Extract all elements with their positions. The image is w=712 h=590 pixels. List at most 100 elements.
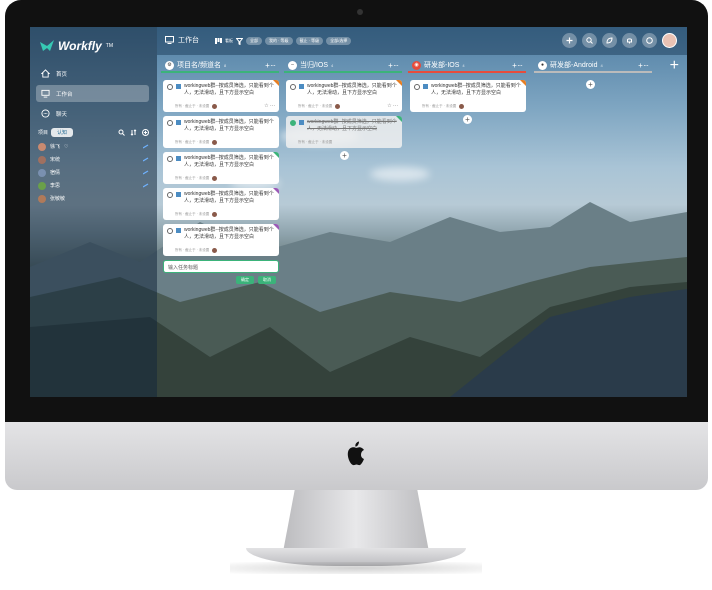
camera-icon — [357, 9, 363, 15]
filter-icon[interactable] — [236, 37, 243, 45]
project-label: 项目 — [38, 129, 49, 136]
filter-chip[interactable]: 全部/选择 — [326, 37, 352, 45]
board-view-icon[interactable] — [215, 38, 222, 44]
member-item[interactable]: 李思 — [38, 179, 149, 192]
column-tools[interactable]: + ··· — [388, 61, 399, 70]
task-checkbox-checked[interactable] — [290, 120, 296, 126]
avatar — [459, 104, 465, 109]
column-icon: ● — [538, 60, 547, 70]
add-card-button[interactable]: + — [463, 115, 472, 124]
search-icon — [586, 37, 593, 44]
arrow-icon — [143, 157, 149, 162]
column-count: 4 — [600, 62, 603, 68]
sidebar-item-home[interactable]: 首页 — [36, 65, 149, 82]
add-card-button[interactable]: + — [340, 151, 349, 160]
leaf-button[interactable] — [602, 33, 617, 48]
member-name: 宋统 — [50, 157, 61, 163]
task-card[interactable]: workingweb群--按成员筛选，只能看到个人，无法滑动，且下方显示空白 所… — [286, 80, 402, 112]
task-card[interactable]: workingweb群--按成员筛选，只能看到个人，无法滑动，且下方显示空白 所… — [163, 116, 279, 148]
task-card[interactable]: workingweb群--按成员筛选，只能看到个人，无法滑动，且下方显示空白 所… — [163, 152, 279, 184]
task-meta-text: 所有 · 截止于 · 未设置 — [298, 140, 333, 144]
column-tools[interactable]: + ··· — [265, 61, 276, 70]
filter-chip[interactable]: 全部 — [246, 37, 262, 45]
add-circle-icon[interactable] — [142, 128, 149, 136]
sidebar-item-workbench[interactable]: 工作台 — [36, 85, 149, 102]
card-tools[interactable]: ☆ ··· — [387, 103, 398, 109]
task-checkbox[interactable] — [290, 84, 296, 90]
notification-button[interactable] — [622, 33, 637, 48]
foot-shadow — [230, 562, 482, 574]
filter-bar: 看板 全部 我的 · 等级 截止 · 等级 全部/选择 — [215, 37, 352, 45]
task-checkbox[interactable] — [167, 156, 173, 162]
project-header: 项目 认知 — [38, 127, 149, 137]
filter-chip[interactable]: 截止 · 等级 — [295, 37, 324, 45]
top-actions — [562, 33, 677, 48]
task-checkbox[interactable] — [167, 192, 173, 198]
member-item[interactable]: 宋统 — [38, 153, 149, 166]
member-item[interactable]: 张敏敏 — [38, 192, 149, 205]
column-tools[interactable]: + ··· — [512, 61, 523, 70]
task-checkbox[interactable] — [167, 120, 173, 126]
task-text: workingweb群--按成员筛选，只能看到个人，无法滑动，且下方显示空白 — [307, 119, 397, 132]
task-checkbox[interactable] — [167, 228, 173, 234]
message-button[interactable] — [642, 33, 657, 48]
task-meta: 所有 · 截止于 · 未设置 — [175, 140, 275, 145]
view-label[interactable]: 看板 — [225, 38, 233, 44]
task-title: workingweb群--按成员筛选，只能看到个人，无法滑动，且下方显示空白 — [167, 227, 275, 240]
project-filter-button[interactable]: 认知 — [51, 127, 74, 137]
sidebar-item-label: 首页 — [56, 71, 68, 78]
user-avatar[interactable] — [662, 33, 677, 48]
sort-icon[interactable] — [130, 128, 137, 136]
image-icon — [176, 192, 181, 197]
task-card[interactable]: workingweb群--按成员筛选，只能看到个人，无法滑动，且下方显示空白 所… — [163, 188, 279, 220]
column-count: 4 — [331, 62, 334, 68]
app-name: Workfly — [58, 39, 102, 53]
avatar — [38, 168, 46, 177]
task-meta-text: 所有 · 截止于 · 未设置 — [422, 104, 457, 108]
sidebar-item-chat[interactable]: 聊天 — [36, 105, 149, 122]
column-icon: ◉ — [412, 60, 421, 70]
member-name: 徐飞 — [50, 144, 61, 150]
page-title: 工作台 — [165, 35, 199, 45]
filter-chip[interactable]: 我的 · 等级 — [265, 37, 293, 45]
add-button[interactable] — [562, 33, 577, 48]
card-tools[interactable]: ☆ ··· — [264, 103, 275, 109]
task-text: workingweb群--按成员筛选，只能看到个人，无法滑动，且下方显示空白 — [184, 191, 274, 204]
column-header: ⚙ 项目名/频道名 8 + ··· — [161, 59, 279, 73]
task-text: workingweb群--按成员筛选，只能看到个人，无法滑动，且下方显示空白 — [184, 119, 274, 132]
cancel-button[interactable]: 取消 — [258, 276, 276, 284]
new-task-input[interactable]: 输入任务标题 — [163, 260, 279, 273]
task-checkbox[interactable] — [167, 84, 173, 90]
member-item[interactable]: 徐飞 ♡ — [38, 140, 149, 153]
task-card[interactable]: workingweb群--按成员筛选，只能看到个人，无法滑动，且下方显示空白 所… — [163, 224, 279, 256]
search-icon[interactable] — [118, 129, 125, 136]
sidebar-item-label: 聊天 — [56, 111, 68, 118]
page-title-text: 工作台 — [178, 37, 199, 44]
top-bar: 工作台 看板 全部 我的 · 等级 截止 · 等级 全部/选择 — [157, 27, 687, 55]
column-icon: – — [288, 60, 297, 70]
task-card[interactable]: workingweb群--按成员筛选，只能看到个人，无法滑动，且下方显示空白 所… — [163, 80, 279, 112]
avatar — [212, 212, 218, 217]
priority-tag — [273, 80, 279, 86]
column-title: 当归/IOS — [300, 62, 329, 69]
task-meta: 所有 · 截止于 · 未设置 — [175, 176, 275, 181]
confirm-button[interactable]: 确定 — [236, 276, 254, 284]
member-item[interactable]: 宿倩 — [38, 166, 149, 179]
column-header: – 当归/IOS 4 + ··· — [284, 59, 402, 73]
sidebar: Workfly TM 首页 工作台 聊天 项目 认知 徐飞 ♡ 宋统 宿倩 李思… — [30, 27, 157, 397]
arrow-icon — [143, 183, 149, 188]
add-card-button[interactable]: + — [586, 80, 595, 89]
search-button[interactable] — [582, 33, 597, 48]
monitor-icon — [165, 36, 174, 44]
task-text: workingweb群--按成员筛选，只能看到个人，无法滑动，且下方显示空白 — [307, 83, 397, 96]
column-tools[interactable]: + ··· — [638, 61, 649, 70]
task-card-completed[interactable]: workingweb群--按成员筛选，只能看到个人，无法滑动，且下方显示空白 所… — [286, 116, 402, 148]
column-count: 4 — [462, 62, 465, 68]
priority-tag — [396, 80, 402, 86]
task-card[interactable]: workingweb群--按成员筛选，只能看到个人，无法滑动，且下方显示空白 所… — [410, 80, 526, 112]
priority-tag — [273, 152, 279, 158]
task-checkbox[interactable] — [414, 84, 420, 90]
task-title: workingweb群--按成员筛选，只能看到个人，无法滑动，且下方显示空白 — [414, 83, 522, 96]
add-column-button[interactable]: + — [670, 57, 679, 75]
member-name: 宿倩 — [50, 170, 61, 176]
